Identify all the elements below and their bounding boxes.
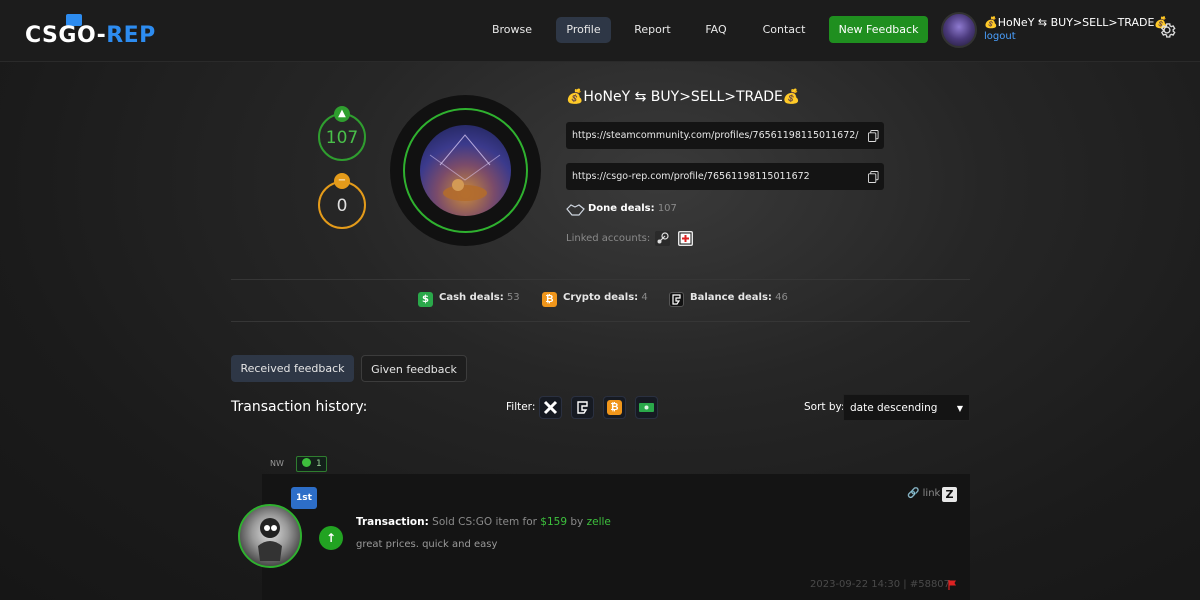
feedback-meta: 2023-09-22 14:30 | #58807 [810, 579, 951, 590]
top-navbar: CSGO-REP Browse Profile Report FAQ Conta… [0, 0, 1200, 62]
divider [231, 321, 970, 322]
logout-link[interactable]: logout [984, 31, 1016, 42]
arrow-up-icon: ▲ [334, 106, 350, 122]
feedback-comment: great prices. quick and easy [356, 539, 498, 550]
group-label: NW [270, 459, 284, 468]
balance-icon [577, 401, 588, 414]
linked-accounts-label: Linked accounts: [566, 233, 651, 244]
rep-site-icon[interactable] [678, 231, 693, 246]
filter-crypto-button[interactable]: ₿ [603, 396, 626, 419]
profile-name: 💰HoNeY ⇆ BUY>SELL>TRADE💰 [566, 89, 801, 105]
balance-deals: Balance deals: 46 [690, 292, 788, 303]
cash-deals-label: Cash deals: [439, 292, 504, 303]
feedback-link[interactable]: 🔗 link [907, 488, 940, 499]
gear-icon[interactable] [1157, 20, 1177, 40]
logo-text-left: CSGO- [25, 23, 107, 48]
cash-icon: $ [418, 292, 433, 307]
nav-report[interactable]: Report [626, 17, 679, 43]
minus-icon: − [334, 173, 350, 189]
filter-label: Filter: [506, 401, 536, 413]
avatar-art-icon [429, 134, 501, 201]
transaction-amount: $159 [540, 516, 568, 528]
chevron-down-icon: ▼ [956, 404, 963, 413]
bitcoin-icon: ₿ [542, 292, 557, 307]
nav-browse[interactable]: Browse [484, 17, 540, 43]
flag-icon[interactable] [948, 580, 957, 590]
copy-icon[interactable] [868, 171, 879, 183]
nav-faq[interactable]: FAQ [697, 17, 735, 43]
cash-deals: Cash deals: 53 [439, 292, 520, 303]
link-icon: 🔗 [907, 488, 920, 499]
nav-profile[interactable]: Profile [556, 17, 611, 43]
crypto-deals-label: Crypto deals: [563, 292, 639, 303]
new-feedback-button[interactable]: New Feedback [829, 16, 928, 43]
bitcoin-icon: ₿ [607, 400, 622, 415]
filter-clear-button[interactable] [539, 396, 562, 419]
filter-balance-button[interactable] [571, 396, 594, 419]
divider [231, 279, 970, 280]
first-badge: 1st [291, 487, 317, 509]
handshake-icon [566, 204, 585, 216]
filter-cash-button[interactable] [635, 396, 658, 419]
close-icon [543, 400, 558, 415]
balance-deals-value: 46 [775, 292, 788, 303]
profile-avatar [420, 125, 511, 216]
transaction-line: Transaction: Sold CS:GO item for $159 by… [356, 516, 611, 528]
transaction-text: Sold CS:GO item for [432, 516, 537, 528]
sort-select[interactable]: date descending ▼ [843, 394, 970, 421]
done-deals-value: 107 [657, 203, 677, 214]
balance-deals-label: Balance deals: [690, 292, 772, 303]
transaction-by: by [570, 516, 584, 528]
zelle-icon: Z [942, 487, 957, 502]
cash-deals-value: 53 [506, 292, 520, 303]
tab-given-feedback[interactable]: Given feedback [361, 355, 467, 382]
header-username[interactable]: 💰HoNeY ⇆ BUY>SELL>TRADE💰 [984, 16, 1168, 29]
tab-received-feedback[interactable]: Received feedback [231, 355, 354, 382]
group-count-badge: 1 [296, 456, 327, 472]
leaf-icon [302, 458, 311, 467]
balance-icon [669, 292, 684, 307]
steam-url-field[interactable]: https://steamcommunity.com/profiles/7656… [566, 122, 884, 149]
feedback-link-label: link [922, 488, 941, 499]
sort-label: Sort by: [804, 401, 845, 413]
group-count: 1 [316, 459, 322, 469]
arrow-up-icon: ↑ [319, 526, 343, 550]
sort-select-value: date descending [850, 402, 938, 414]
transaction-label: Transaction: [356, 516, 429, 528]
feedback-avatar[interactable] [238, 504, 302, 568]
rep-url-field[interactable]: https://csgo-rep.com/profile/76561198115… [566, 163, 884, 190]
transaction-history-title: Transaction history: [231, 399, 368, 415]
steam-icon[interactable] [655, 231, 670, 246]
nav-contact[interactable]: Contact [754, 17, 814, 43]
banknote-icon [639, 403, 654, 412]
transaction-method: zelle [586, 516, 611, 528]
crypto-deals: Crypto deals: 4 [563, 292, 648, 303]
copy-icon[interactable] [868, 130, 879, 142]
site-logo[interactable]: CSGO-REP [25, 14, 155, 50]
crypto-deals-value: 4 [641, 292, 648, 303]
done-deals: Done deals: 107 [588, 203, 677, 214]
header-avatar[interactable] [941, 12, 977, 48]
avatar-art-icon [258, 518, 282, 561]
done-deals-label: Done deals: [588, 203, 655, 214]
logo-text-right: REP [106, 23, 156, 48]
